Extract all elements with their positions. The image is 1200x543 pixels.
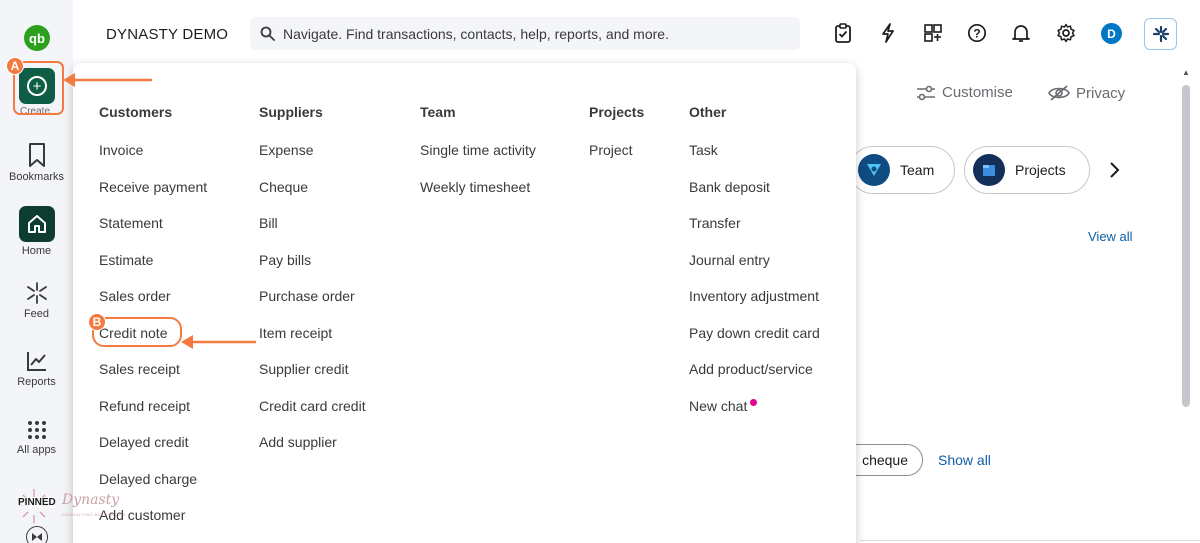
menu-item-item-receipt[interactable]: Item receipt xyxy=(259,315,366,352)
rail-label: All apps xyxy=(16,444,57,456)
menu-item-credit-card-credit[interactable]: Credit card credit xyxy=(259,388,366,425)
annotation-arrow-b xyxy=(181,335,256,349)
menu-item-project[interactable]: Project xyxy=(589,132,644,169)
scroll-up-icon[interactable]: ▲ xyxy=(1182,68,1190,77)
rail-label: Reports xyxy=(17,376,56,388)
menu-item-purchase-order[interactable]: Purchase order xyxy=(259,278,366,315)
home-icon xyxy=(18,206,55,242)
menu-item-add-supplier[interactable]: Add supplier xyxy=(259,424,366,461)
chevron-right-icon[interactable] xyxy=(1108,160,1122,180)
watermark-subtitle: CONSULTING ACCOUNTING xyxy=(62,512,127,517)
menu-item-inventory-adjustment[interactable]: Inventory adjustment xyxy=(689,278,820,315)
watermark-brand: Dynasty xyxy=(62,492,120,508)
menu-item-estimate[interactable]: Estimate xyxy=(99,242,207,279)
new-indicator-dot xyxy=(750,398,758,406)
pill-team[interactable]: Team xyxy=(849,146,955,194)
menu-column-other: Other Task Bank deposit Transfer Journal… xyxy=(689,104,820,424)
menu-item-single-time-activity[interactable]: Single time activity xyxy=(420,132,536,169)
menu-item-invoice[interactable]: Invoice xyxy=(99,132,207,169)
view-all-link[interactable]: View all xyxy=(1088,229,1133,244)
menu-item-new-chat[interactable]: New chat xyxy=(689,388,820,425)
projects-icon xyxy=(973,154,1005,186)
menu-item-bank-deposit[interactable]: Bank deposit xyxy=(689,169,820,206)
menu-item-journal-entry[interactable]: Journal entry xyxy=(689,242,820,279)
menu-column-projects: Projects Project xyxy=(589,104,644,169)
menu-item-bill[interactable]: Bill xyxy=(259,205,366,242)
menu-item-transfer[interactable]: Transfer xyxy=(689,205,820,242)
scrollbar-thumb[interactable] xyxy=(1182,85,1190,407)
menu-item-receive-payment[interactable]: Receive payment xyxy=(99,169,207,206)
collapse-icon[interactable] xyxy=(26,526,48,543)
menu-heading: Team xyxy=(420,104,456,120)
chart-icon xyxy=(26,352,46,371)
svg-text:?: ? xyxy=(973,27,980,41)
grid-icon xyxy=(27,421,46,439)
menu-item-sales-receipt[interactable]: Sales receipt xyxy=(99,351,207,388)
privacy-label: Privacy xyxy=(1076,84,1126,102)
menu-column-suppliers: Suppliers Expense Cheque Bill Pay bills … xyxy=(259,104,366,461)
show-all-link[interactable]: Show all xyxy=(938,452,991,468)
rail-item-feed[interactable]: Feed xyxy=(0,281,73,320)
rail-label: Feed xyxy=(23,308,50,320)
menu-item-sales-order[interactable]: Sales order xyxy=(99,278,207,315)
search-input[interactable]: Navigate. Find transactions, contacts, h… xyxy=(250,17,800,50)
menu-item-statement[interactable]: Statement xyxy=(99,205,207,242)
avatar[interactable]: D xyxy=(1101,23,1122,44)
annotation-badge-b: B xyxy=(88,313,106,331)
rail-item-all-apps[interactable]: All apps xyxy=(0,419,73,456)
privacy-button[interactable]: Privacy xyxy=(1048,84,1125,102)
rail-item-bookmarks[interactable]: Bookmarks xyxy=(0,142,73,183)
sparkle-icon xyxy=(26,282,47,304)
lightning-icon[interactable] xyxy=(877,22,899,44)
menu-heading: Other xyxy=(689,104,727,120)
menu-heading: Suppliers xyxy=(259,104,323,120)
menu-item-cheque[interactable]: Cheque xyxy=(259,169,366,206)
apps-switch-icon[interactable] xyxy=(922,22,944,44)
menu-heading: Customers xyxy=(99,104,173,120)
create-menu: Customers Invoice Receive payment Statem… xyxy=(73,63,856,543)
menu-item-refund-receipt[interactable]: Refund receipt xyxy=(99,388,207,425)
search-icon xyxy=(260,26,275,41)
menu-item-weekly-timesheet[interactable]: Weekly timesheet xyxy=(420,169,536,206)
bell-icon[interactable] xyxy=(1010,22,1032,44)
company-name[interactable]: DYNASTY DEMO xyxy=(106,26,228,43)
customise-label: Customise xyxy=(942,84,1013,101)
eye-off-icon xyxy=(1048,85,1070,101)
pill-projects-label: Projects xyxy=(1015,162,1066,178)
team-icon xyxy=(858,154,890,186)
rail-label: Home xyxy=(21,245,52,257)
search-placeholder: Navigate. Find transactions, contacts, h… xyxy=(283,25,669,42)
annotation-badge-a: A xyxy=(6,57,24,75)
rail-item-home[interactable]: Home xyxy=(0,206,73,257)
pill-team-label: Team xyxy=(900,162,935,178)
annotation-arrow-a xyxy=(63,73,152,87)
rail-item-reports[interactable]: Reports xyxy=(0,349,73,388)
menu-item-task[interactable]: Task xyxy=(689,132,820,169)
help-icon[interactable]: ? xyxy=(966,22,988,44)
menu-item-expense[interactable]: Expense xyxy=(259,132,366,169)
pinned-label: PINNED xyxy=(18,497,56,508)
menu-item-add-product-service[interactable]: Add product/service xyxy=(689,351,820,388)
bookmark-icon xyxy=(28,143,45,167)
menu-item-delayed-credit[interactable]: Delayed credit xyxy=(99,424,207,461)
divider xyxy=(860,540,1200,541)
quickbooks-logo[interactable]: qb xyxy=(24,25,50,51)
clipboard-icon[interactable] xyxy=(832,22,854,44)
intuit-assist-button[interactable] xyxy=(1144,18,1177,50)
assist-sparkle-icon xyxy=(1152,25,1169,43)
menu-item-supplier-credit[interactable]: Supplier credit xyxy=(259,351,366,388)
menu-heading: Projects xyxy=(589,104,645,120)
menu-item-pay-bills[interactable]: Pay bills xyxy=(259,242,366,279)
customise-button[interactable]: Customise xyxy=(916,84,1013,101)
menu-item-pay-down-credit-card[interactable]: Pay down credit card xyxy=(689,315,820,352)
pill-projects[interactable]: Projects xyxy=(964,146,1090,194)
new-chat-label: New chat xyxy=(689,397,748,414)
gear-icon[interactable] xyxy=(1055,22,1077,44)
sliders-icon xyxy=(917,85,935,100)
menu-column-team: Team Single time activity Weekly timeshe… xyxy=(420,104,536,205)
rail-label: Bookmarks xyxy=(8,171,65,183)
